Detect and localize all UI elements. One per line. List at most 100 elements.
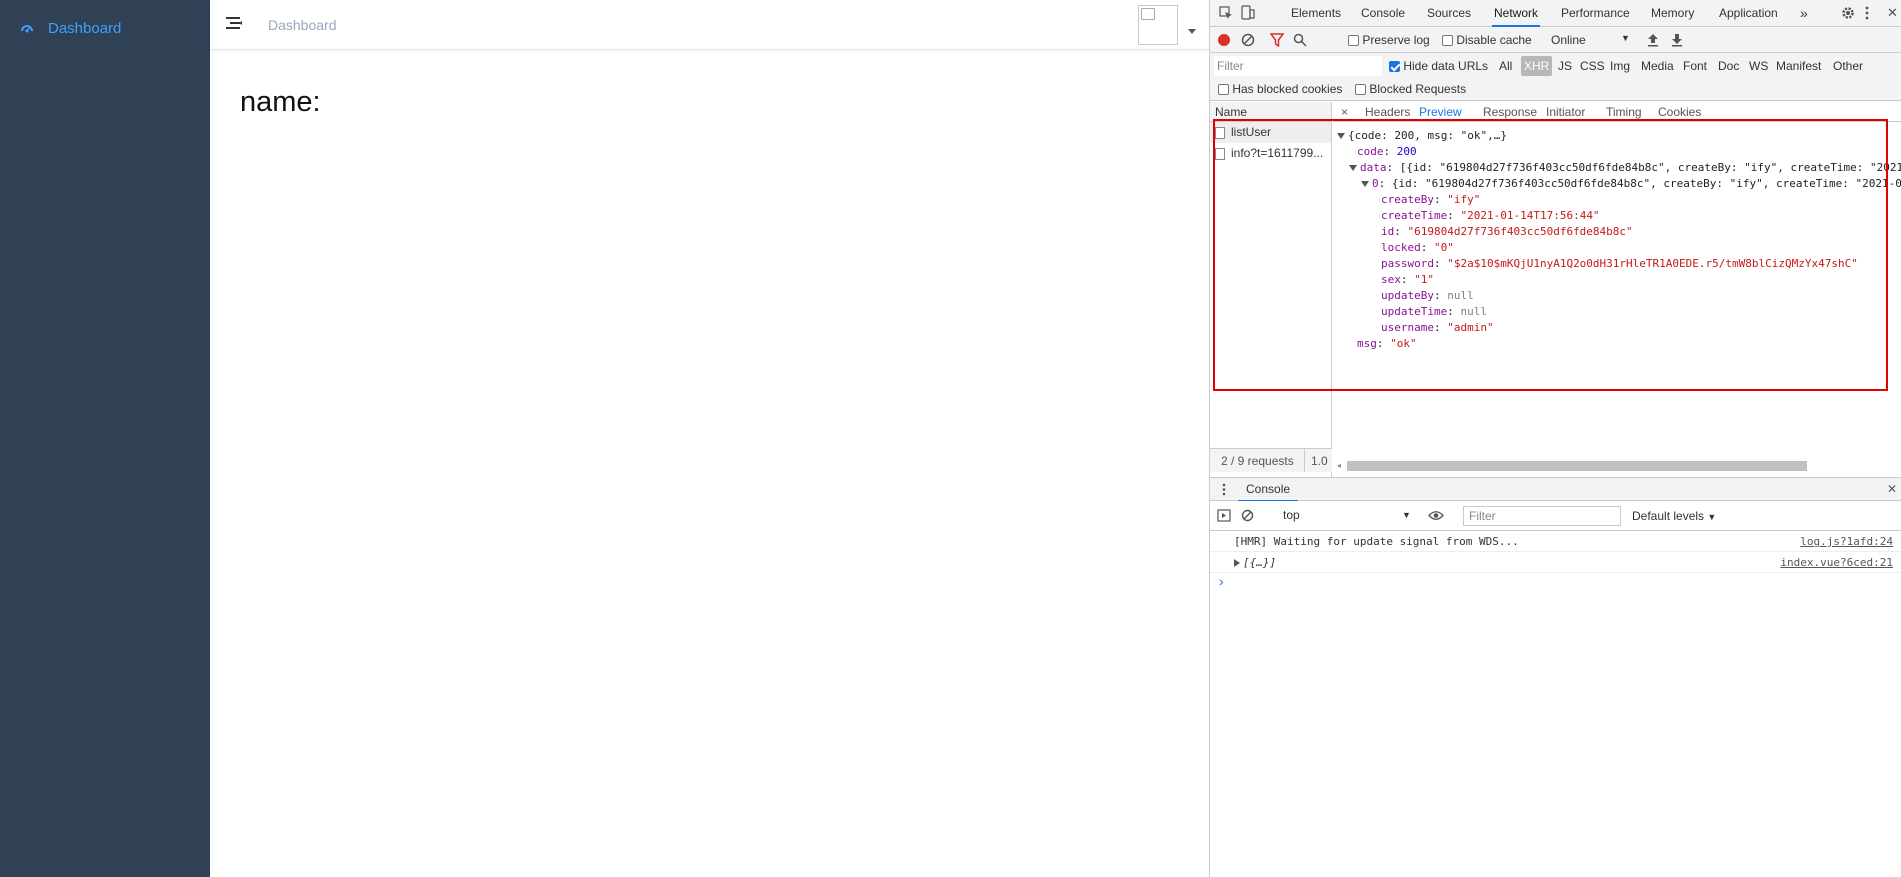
eye-icon[interactable] [1428, 510, 1444, 524]
navbar: Dashboard [210, 0, 1209, 50]
import-har-icon[interactable] [1647, 33, 1659, 50]
avatar[interactable] [1138, 5, 1178, 45]
json-field-row: createTime: "2021-01-14T17:56:44" [1381, 209, 1600, 222]
console-filter-input[interactable]: Filter [1463, 506, 1621, 526]
tab-initiator[interactable]: Initiator [1546, 105, 1585, 119]
object-entry[interactable]: [{…}] [1234, 552, 1276, 573]
tab-timing[interactable]: Timing [1606, 105, 1642, 119]
console-message: [{…}] index.vue?6ced:21 [1210, 552, 1901, 573]
filter-type-other[interactable]: Other [1833, 59, 1863, 73]
sidebar-toggle-icon[interactable] [1217, 509, 1231, 525]
tab-application[interactable]: Application [1719, 0, 1778, 27]
hamburger-icon[interactable] [225, 15, 245, 33]
filter-type-img[interactable]: Img [1610, 59, 1630, 73]
clear-console-icon[interactable] [1241, 509, 1254, 525]
filter-type-ws[interactable]: WS [1749, 59, 1768, 73]
export-har-icon[interactable] [1671, 33, 1683, 50]
gear-icon[interactable] [1841, 6, 1855, 23]
caret-down-icon[interactable] [1188, 29, 1196, 34]
tab-elements[interactable]: Elements [1291, 0, 1341, 27]
more-tabs-icon[interactable]: » [1800, 0, 1808, 27]
json-field-row: createBy: "ify" [1381, 193, 1481, 206]
search-icon[interactable] [1293, 33, 1307, 50]
expand-triangle-icon[interactable] [1361, 181, 1369, 187]
log-levels-select[interactable]: Default levels ▼ [1632, 509, 1716, 523]
expand-triangle-icon[interactable] [1234, 559, 1240, 567]
devtools-panel: Elements Console Sources Network Perform… [1209, 0, 1901, 877]
drawer-tab-console[interactable]: Console [1238, 478, 1299, 502]
tab-response[interactable]: Response [1483, 105, 1537, 119]
filter-icon[interactable] [1269, 33, 1285, 50]
drawer-menu-icon[interactable] [1222, 483, 1226, 499]
console-prompt[interactable]: › [1219, 573, 1224, 589]
tab-cookies[interactable]: Cookies [1658, 105, 1701, 119]
request-list: Name listUser info?t=1611799... 2 / 9 re… [1210, 102, 1332, 477]
expand-triangle-icon[interactable] [1349, 165, 1357, 171]
json-field-row: password: "$2a$10$mKQjU1nyA1Q2o0dH31rHle… [1381, 257, 1858, 270]
page-content-text: name: [240, 86, 321, 118]
request-item-listuser[interactable]: listUser [1210, 122, 1331, 143]
drawer-header: Console ✕ [1210, 477, 1901, 502]
has-blocked-cookies-checkbox[interactable]: Has blocked cookies [1218, 82, 1342, 96]
blocked-requests-checkbox[interactable]: Blocked Requests [1355, 82, 1466, 96]
json-data-row[interactable]: data: [{id: "619804d27f736f403cc50df6fde… [1337, 160, 1901, 176]
request-item-info[interactable]: info?t=1611799... [1210, 143, 1331, 164]
throttle-select[interactable]: Online ▼ [1551, 33, 1631, 47]
horizontal-scrollbar[interactable]: ◂ [1337, 460, 1901, 472]
tab-sources[interactable]: Sources [1427, 0, 1471, 27]
sidebar-item-dashboard[interactable]: Dashboard [0, 8, 210, 48]
request-count-status: 2 / 9 requests 1.0 [1210, 448, 1332, 472]
close-drawer-icon[interactable]: ✕ [1887, 482, 1897, 496]
hide-data-urls-checkbox[interactable]: Hide data URLs [1389, 59, 1488, 73]
json-root-row[interactable]: {code: 200, msg: "ok",…} [1337, 128, 1901, 144]
filter-type-doc[interactable]: Doc [1718, 59, 1739, 73]
filter-type-xhr[interactable]: XHR [1521, 56, 1553, 76]
kebab-menu-icon[interactable] [1865, 6, 1869, 23]
console-toolbar: top ▼ Filter Default levels ▼ [1210, 501, 1901, 531]
breadcrumb: Dashboard [268, 17, 337, 33]
scrollbar-thumb[interactable] [1347, 461, 1807, 471]
filter-type-css[interactable]: CSS [1580, 59, 1605, 73]
tab-memory[interactable]: Memory [1651, 0, 1694, 27]
json-field-row: username: "admin" [1381, 321, 1494, 334]
tab-console[interactable]: Console [1361, 0, 1405, 27]
context-select[interactable]: top ▼ [1278, 506, 1411, 525]
json-field-row: id: "619804d27f736f403cc50df6fde84b8c" [1381, 225, 1633, 238]
device-toolbar-icon[interactable] [1241, 5, 1255, 23]
record-icon[interactable] [1217, 33, 1231, 50]
tab-headers[interactable]: Headers [1365, 105, 1410, 119]
scroll-left-icon[interactable]: ◂ [1337, 461, 1341, 470]
sidebar: Dashboard [0, 0, 210, 877]
devtools-tab-bar: Elements Console Sources Network Perform… [1210, 0, 1901, 27]
close-detail-icon[interactable]: × [1341, 105, 1348, 119]
tab-network[interactable]: Network [1492, 0, 1541, 27]
disable-cache-checkbox[interactable]: Disable cache [1442, 33, 1532, 47]
json-field-row: locked: "0" [1381, 241, 1454, 254]
json-preview: {code: 200, msg: "ok",…} code: 200 data: [… [1337, 128, 1901, 352]
clear-icon[interactable] [1241, 33, 1255, 50]
filter-type-manifest[interactable]: Manifest [1776, 59, 1821, 73]
filter-type-font[interactable]: Font [1683, 59, 1707, 73]
sidebar-item-label: Dashboard [48, 19, 122, 37]
dashboard-icon [20, 21, 34, 35]
network-toolbar: Preserve log Disable cache Online ▼ [1210, 27, 1901, 53]
network-filter-input[interactable]: Filter [1214, 56, 1382, 76]
close-devtools-icon[interactable]: ✕ [1887, 5, 1898, 21]
detail-tab-bar: × Headers Preview Response Initiator Tim… [1333, 102, 1901, 122]
filter-type-all[interactable]: All [1499, 59, 1512, 73]
file-icon [1215, 147, 1225, 160]
json-msg-row: msg: "ok" [1357, 337, 1417, 350]
console-message: [HMR] Waiting for update signal from WDS… [1210, 531, 1901, 552]
tab-preview[interactable]: Preview [1419, 105, 1462, 121]
filter-type-media[interactable]: Media [1641, 59, 1674, 73]
tab-performance[interactable]: Performance [1561, 0, 1630, 27]
filter-type-js[interactable]: JS [1558, 59, 1572, 73]
expand-triangle-icon[interactable] [1337, 133, 1345, 139]
console-source-link[interactable]: log.js?1afd:24 [1800, 531, 1893, 552]
json-item0-row[interactable]: 0: {id: "619804d27f736f403cc50df6fde84b8… [1337, 176, 1901, 192]
preserve-log-checkbox[interactable]: Preserve log [1348, 33, 1430, 47]
request-list-header[interactable]: Name [1210, 102, 1331, 122]
inspect-element-icon[interactable] [1219, 6, 1233, 23]
request-detail-pane: × Headers Preview Response Initiator Tim… [1333, 102, 1901, 477]
console-source-link[interactable]: index.vue?6ced:21 [1780, 552, 1893, 573]
